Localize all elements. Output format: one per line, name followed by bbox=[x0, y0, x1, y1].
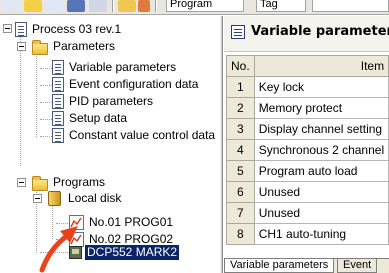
tree-item-device[interactable]: DCP552 MARK2 bbox=[85, 245, 180, 260]
row-item[interactable]: Unused bbox=[253, 202, 389, 224]
process-icon bbox=[15, 22, 27, 37]
table-row[interactable]: 2 Memory protect bbox=[226, 97, 389, 119]
settings-icon[interactable] bbox=[138, 0, 150, 12]
chart-icon[interactable] bbox=[46, 0, 64, 12]
column-header-item[interactable]: Item bbox=[253, 55, 389, 77]
collapse-icon[interactable] bbox=[33, 194, 42, 203]
edit-icon[interactable] bbox=[89, 0, 107, 12]
tree-item-programs[interactable]: Programs bbox=[51, 175, 107, 190]
row-item[interactable]: Key lock bbox=[253, 76, 389, 98]
tree-item-pid-parameters[interactable]: PID parameters bbox=[67, 94, 155, 109]
row-number: 2 bbox=[226, 97, 255, 119]
tree-guide bbox=[40, 85, 52, 86]
tag-value-field[interactable] bbox=[312, 0, 389, 12]
row-number: 4 bbox=[226, 139, 255, 161]
save-icon[interactable] bbox=[67, 0, 85, 12]
folder-icon bbox=[32, 40, 48, 55]
table-row[interactable]: 1 Key lock bbox=[226, 76, 389, 98]
table-row[interactable]: 5 Program auto load bbox=[226, 160, 389, 182]
column-header-no[interactable]: No. bbox=[226, 55, 255, 77]
project-tree[interactable]: Process 03 rev.1 Parameters Variable par… bbox=[0, 16, 220, 273]
panel-title: Variable parameters bbox=[251, 24, 389, 39]
row-number: 1 bbox=[226, 76, 255, 98]
tree-root-label[interactable]: Process 03 rev.1 bbox=[30, 22, 123, 37]
table-row[interactable]: 4 Synchronous 2 channel bbox=[226, 139, 389, 161]
toolbar-separator bbox=[155, 0, 157, 12]
collapse-icon[interactable] bbox=[17, 42, 26, 51]
table-header-row: No. Item bbox=[226, 55, 389, 77]
collapse-icon[interactable] bbox=[3, 24, 12, 33]
document-icon bbox=[52, 111, 64, 126]
tree-guide bbox=[40, 119, 52, 120]
tree-guide bbox=[20, 32, 21, 166]
tab-event[interactable]: Event bbox=[337, 259, 378, 273]
table-row[interactable]: 3 Display channel setting bbox=[226, 118, 389, 140]
parameters-table: No. Item 1 Key lock 2 Memory protect 3 Disp… bbox=[226, 55, 389, 245]
annotation-arrow bbox=[39, 226, 78, 273]
table-row[interactable]: 7 Unused bbox=[226, 202, 389, 224]
toolbar-separator bbox=[112, 0, 114, 12]
row-item[interactable]: CH1 auto-tuning bbox=[253, 223, 389, 245]
pane-splitter[interactable] bbox=[220, 16, 223, 273]
panel-header: Variable parameters bbox=[224, 16, 389, 52]
new-icon[interactable] bbox=[2, 0, 20, 12]
row-item[interactable]: Display channel setting bbox=[253, 118, 389, 140]
row-number: 5 bbox=[226, 160, 255, 182]
row-item[interactable]: Memory protect bbox=[253, 97, 389, 119]
tree-item-program-01[interactable]: No.01 PROG01 bbox=[87, 215, 175, 230]
tree-item-variable-parameters[interactable]: Variable parameters bbox=[67, 60, 178, 75]
folder-icon[interactable] bbox=[118, 0, 136, 12]
document-icon bbox=[52, 94, 64, 109]
row-number: 7 bbox=[226, 202, 255, 224]
table-row[interactable]: 6 Unused bbox=[226, 181, 389, 203]
sheet-tabs: Variable parameters Event bbox=[224, 258, 389, 273]
tree-guide bbox=[40, 102, 52, 103]
row-number: 6 bbox=[226, 181, 255, 203]
tree-item-local-disk[interactable]: Local disk bbox=[66, 191, 123, 206]
row-number: 8 bbox=[226, 223, 255, 245]
local-disk-icon bbox=[48, 191, 61, 206]
parameters-panel: Variable parameters No. Item 1 Key lock 2… bbox=[224, 16, 389, 273]
variable-parameters-icon bbox=[231, 25, 245, 39]
table-row[interactable]: 8 CH1 auto-tuning bbox=[226, 223, 389, 245]
row-item[interactable]: Program auto load bbox=[253, 160, 389, 182]
tag-combo[interactable]: Tag bbox=[256, 0, 306, 12]
arrow-shaft bbox=[39, 232, 71, 273]
toolbar: Program Tag bbox=[0, 0, 389, 15]
row-item[interactable]: Synchronous 2 channel bbox=[253, 139, 389, 161]
document-icon bbox=[52, 60, 64, 75]
row-number: 3 bbox=[226, 118, 255, 140]
document-icon bbox=[52, 128, 64, 143]
tree-item-parameters[interactable]: Parameters bbox=[51, 39, 117, 54]
collapse-icon[interactable] bbox=[17, 178, 26, 187]
row-item[interactable]: Unused bbox=[253, 181, 389, 203]
open-folder-icon[interactable] bbox=[24, 0, 42, 12]
tree-guide bbox=[40, 136, 52, 137]
tree-guide bbox=[36, 49, 37, 137]
folder-icon bbox=[32, 176, 48, 191]
tree-guide bbox=[40, 68, 52, 69]
tree-item-event-configuration[interactable]: Event configuration data bbox=[67, 77, 200, 92]
program-combo[interactable]: Program bbox=[166, 0, 244, 12]
tree-item-constant-value-control[interactable]: Constant value control data bbox=[67, 128, 217, 143]
tree-item-setup-data[interactable]: Setup data bbox=[67, 111, 129, 126]
document-icon bbox=[52, 77, 64, 92]
tab-variable-parameters[interactable]: Variable parameters bbox=[224, 259, 335, 273]
